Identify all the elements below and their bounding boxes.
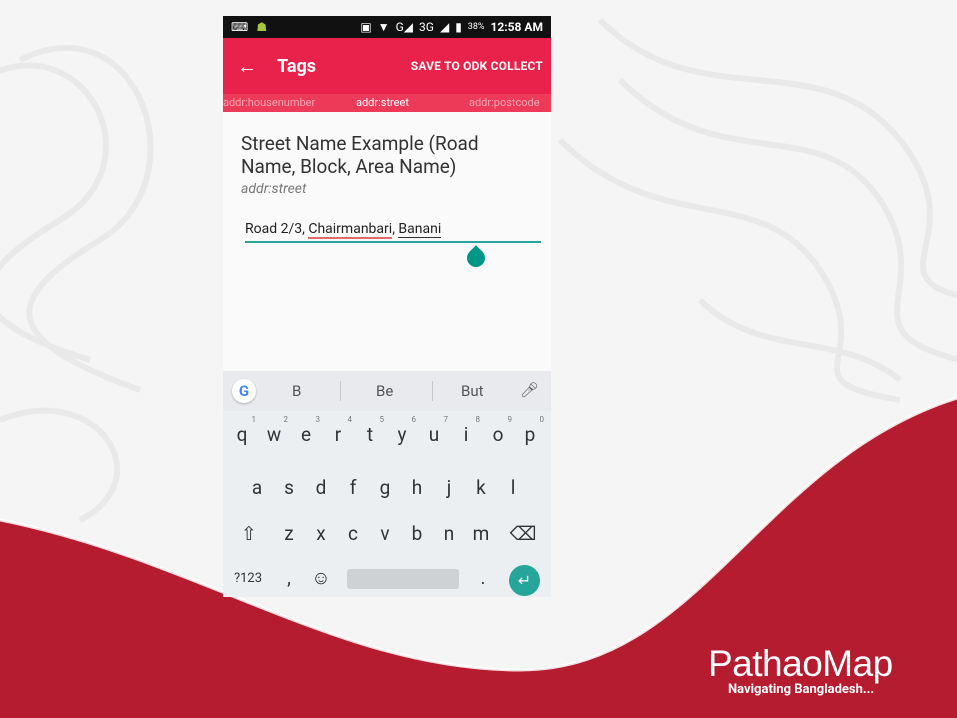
keyboard-row-2: a s d f g h j k l	[223, 468, 551, 514]
field-label: Street Name Example (Road Name, Block, A…	[241, 132, 479, 178]
misspelled-word[interactable]: Chairmanbari	[308, 221, 393, 239]
suggestion-1[interactable]: B	[292, 382, 301, 400]
text-cursor-handle[interactable]	[463, 245, 489, 271]
suggestion-divider	[340, 381, 341, 401]
keyboard-row-3: ⇧ z x c v b n m ⌫	[223, 514, 551, 560]
key-g[interactable]: g	[369, 476, 401, 499]
keyboard-row-4: ?123 , ☺ . ↵	[223, 558, 551, 597]
tag-tabs: addr:housenumber addr:street addr:postco…	[223, 94, 551, 112]
key-d[interactable]: d	[305, 476, 337, 499]
shift-icon[interactable]: ⇧	[233, 522, 265, 545]
key-v[interactable]: v	[369, 522, 401, 545]
keyboard-notification-icon: ⌨	[231, 20, 249, 34]
signal-icon-2: ◢	[439, 20, 450, 34]
microphone-icon[interactable]: 🎤︎	[520, 381, 539, 399]
soft-keyboard: G B Be But 🎤︎ q1 w2 e3 r4 t5 y6 u7 i8 o9…	[223, 371, 551, 597]
page-title: Tags	[277, 55, 316, 77]
key-m[interactable]: m	[465, 522, 497, 545]
key-k[interactable]: k	[465, 476, 497, 499]
phone-screen: ⌨ ☗ ▣ ▼ G◢ 3G ◢ ▮ 38% 12:58 AM ← Tags SA…	[223, 16, 551, 597]
spacebar[interactable]	[347, 569, 459, 589]
key-y[interactable]: y6	[386, 415, 418, 446]
key-u[interactable]: u7	[418, 415, 450, 446]
tag-editor: Street Name Example (Road Name, Block, A…	[223, 112, 551, 271]
key-c[interactable]: c	[337, 522, 369, 545]
back-arrow-icon[interactable]: ←	[237, 54, 277, 79]
signal-icon: G◢	[395, 20, 414, 34]
key-o[interactable]: o9	[482, 415, 514, 446]
key-j[interactable]: j	[433, 476, 465, 499]
tab-housenumber[interactable]: addr:housenumber	[223, 96, 315, 109]
key-comma[interactable]: ,	[273, 566, 305, 589]
key-b[interactable]: b	[401, 522, 433, 545]
tab-street[interactable]: addr:street	[356, 96, 409, 109]
suggestion-2[interactable]: Be	[376, 382, 393, 400]
battery-percent: 38%	[467, 22, 485, 32]
suggestion-divider	[432, 381, 433, 401]
input-underline	[245, 241, 541, 243]
key-x[interactable]: x	[305, 522, 337, 545]
street-input-value[interactable]: Road 2/3, Chairmanbari, Banani	[245, 221, 541, 241]
key-e[interactable]: e3	[290, 415, 322, 446]
key-w[interactable]: w2	[258, 415, 290, 446]
battery-icon: ▮	[455, 20, 462, 34]
brand-tagline: Navigating Bangladesh...	[728, 682, 875, 697]
key-s[interactable]: s	[273, 476, 305, 499]
enter-icon[interactable]: ↵	[509, 565, 540, 596]
symbols-key[interactable]: ?123	[229, 571, 267, 586]
key-i[interactable]: i8	[450, 415, 482, 446]
wifi-icon: ▼	[377, 20, 390, 34]
keyboard-row-1: q1 w2 e3 r4 t5 y6 u7 i8 o9 p0	[223, 415, 551, 461]
field-key: addr:street	[241, 181, 307, 197]
suggestion-strip: G B Be But 🎤︎	[223, 371, 551, 411]
composing-word: Banani	[398, 221, 442, 238]
key-r[interactable]: r4	[322, 415, 354, 446]
key-p[interactable]: p0	[514, 415, 546, 446]
pathaomap-logo: PathaoMap Navigating Bangladesh...	[708, 643, 893, 698]
status-bar: ⌨ ☗ ▣ ▼ G◢ 3G ◢ ▮ 38% 12:58 AM	[223, 16, 551, 38]
app-bar: ← Tags SAVE TO ODK COLLECT	[223, 38, 551, 94]
key-l[interactable]: l	[497, 476, 529, 499]
key-z[interactable]: z	[273, 522, 305, 545]
key-h[interactable]: h	[401, 476, 433, 499]
key-t[interactable]: t5	[354, 415, 386, 446]
save-to-odk-button[interactable]: SAVE TO ODK COLLECT	[411, 59, 543, 73]
cast-icon: ▣	[360, 20, 372, 34]
suggestion-3[interactable]: But	[461, 382, 484, 400]
key-q[interactable]: q1	[226, 415, 258, 446]
clock: 12:58 AM	[490, 20, 543, 34]
brand-name: PathaoMap	[708, 643, 893, 684]
tab-postcode[interactable]: addr:postcode	[469, 96, 540, 109]
key-n[interactable]: n	[433, 522, 465, 545]
backspace-icon[interactable]: ⌫	[507, 522, 539, 545]
street-input[interactable]: Road 2/3, Chairmanbari, Banani	[245, 221, 541, 271]
value-part: Road 2/3,	[245, 221, 309, 237]
key-period[interactable]: .	[467, 566, 499, 589]
emoji-icon[interactable]: ☺	[305, 566, 337, 590]
key-a[interactable]: a	[241, 476, 273, 499]
key-f[interactable]: f	[337, 476, 369, 499]
android-notification-icon: ☗	[256, 20, 268, 34]
network-type: 3G	[419, 20, 434, 34]
google-icon[interactable]: G	[232, 379, 256, 403]
